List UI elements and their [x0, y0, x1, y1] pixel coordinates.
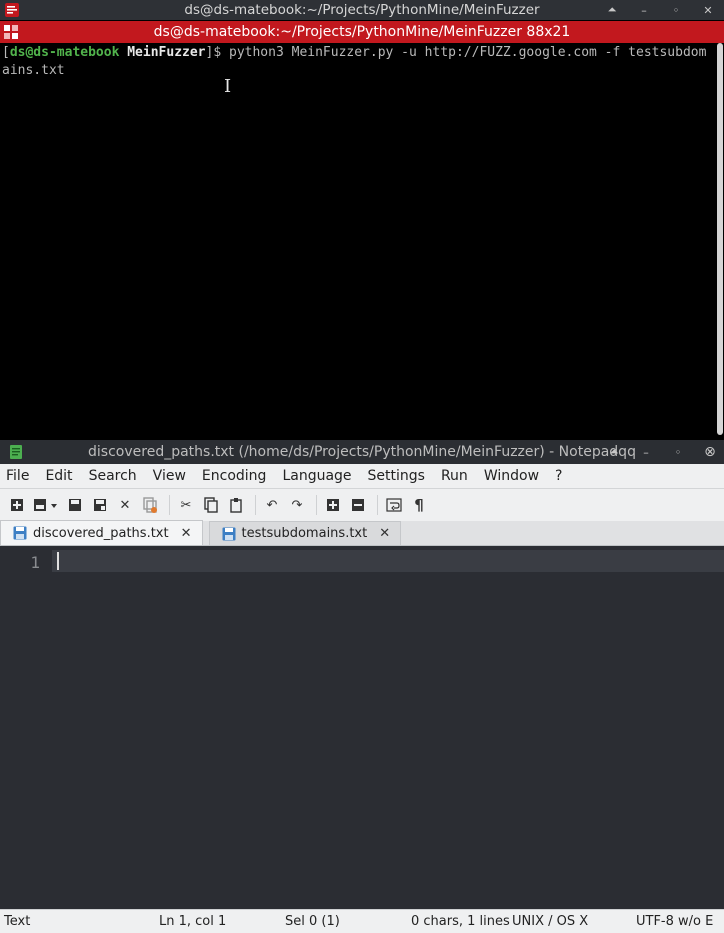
- status-eol[interactable]: UNIX / OS X: [512, 914, 588, 929]
- floppy-icon: [222, 527, 235, 540]
- minimize-icon[interactable]: –: [636, 446, 656, 459]
- menu-window[interactable]: Window: [478, 468, 545, 484]
- status-counts: 0 chars, 1 lines: [411, 914, 510, 929]
- text-caret: [57, 552, 59, 570]
- terminal-window[interactable]: ds@ds-matebook:~/Projects/PythonMine/Mei…: [0, 0, 724, 440]
- open-file-icon[interactable]: [31, 494, 61, 516]
- prompt-close-bracket: ]$: [205, 45, 229, 60]
- prompt-user-host: ds@ds-matebook: [9, 45, 120, 60]
- menu-help[interactable]: ?: [549, 468, 568, 484]
- terminal-titlebar[interactable]: ds@ds-matebook:~/Projects/PythonMine/Mei…: [0, 0, 724, 20]
- status-position: Ln 1, col 1: [159, 914, 227, 929]
- terminal-window-controls: ⏶ – ◦ ✕: [602, 0, 718, 20]
- paste-icon[interactable]: [225, 494, 247, 516]
- file-tab-bar: discovered_paths.txt ✕ testsubdomains.tx…: [0, 520, 724, 546]
- copy-icon[interactable]: [200, 494, 222, 516]
- show-all-characters-icon[interactable]: ¶: [408, 494, 430, 516]
- tab-testsubdomains[interactable]: testsubdomains.txt ✕: [208, 521, 402, 545]
- tab-label: testsubdomains.txt: [241, 526, 368, 541]
- save-icon[interactable]: [64, 494, 86, 516]
- menu-view[interactable]: View: [147, 468, 192, 484]
- notepadqq-app-icon: [10, 445, 22, 459]
- restore-icon[interactable]: ◦: [668, 446, 688, 459]
- menu-settings[interactable]: Settings: [362, 468, 431, 484]
- close-all-icon[interactable]: [139, 494, 161, 516]
- terminal-tab-bar: ds@ds-matebook:~/Projects/PythonMine/Mei…: [0, 21, 724, 43]
- close-file-icon[interactable]: ✕: [114, 494, 136, 516]
- menu-file[interactable]: File: [0, 468, 35, 484]
- notepadqq-window-title: discovered_paths.txt (/home/ds/Projects/…: [88, 444, 636, 460]
- cut-icon[interactable]: ✂: [175, 494, 197, 516]
- terminal-tab-title: ds@ds-matebook:~/Projects/PythonMine/Mei…: [153, 24, 571, 40]
- undo-icon[interactable]: ↶: [261, 494, 283, 516]
- word-wrap-icon[interactable]: [383, 494, 405, 516]
- editor-area[interactable]: 1: [0, 547, 724, 909]
- line-number: 1: [30, 553, 40, 572]
- terminal-app-icon: [5, 3, 19, 17]
- floppy-icon: [13, 526, 27, 540]
- toolbar: ✕ ✂ ↶ ↷ ¶: [0, 489, 724, 521]
- menu-encoding[interactable]: Encoding: [196, 468, 273, 484]
- shade-icon[interactable]: ⏶: [604, 445, 624, 459]
- menu-search[interactable]: Search: [83, 468, 143, 484]
- terminal-window-title: ds@ds-matebook:~/Projects/PythonMine/Mei…: [184, 2, 540, 18]
- prompt-open-bracket: [: [2, 45, 10, 60]
- status-bar: Text Ln 1, col 1 Sel 0 (1) 0 chars, 1 li…: [0, 909, 724, 933]
- redo-icon[interactable]: ↷: [286, 494, 308, 516]
- line-number-gutter: 1: [0, 547, 52, 909]
- restore-icon[interactable]: ◦: [666, 4, 686, 17]
- shade-icon[interactable]: ⏶: [602, 3, 622, 17]
- toolbar-separator: [316, 495, 317, 515]
- notepadqq-window[interactable]: discovered_paths.txt (/home/ds/Projects/…: [0, 440, 724, 933]
- menu-bar: File Edit Search View Encoding Language …: [0, 464, 724, 489]
- close-icon[interactable]: ⊗: [700, 444, 720, 460]
- terminal-scrollbar[interactable]: [717, 43, 723, 435]
- toolbar-separator: [377, 495, 378, 515]
- close-icon[interactable]: ✕: [698, 4, 718, 17]
- tab-close-icon[interactable]: ✕: [379, 526, 390, 541]
- toolbar-separator: [169, 495, 170, 515]
- tab-discovered-paths[interactable]: discovered_paths.txt ✕: [0, 520, 203, 545]
- terminal-output[interactable]: [ds@ds-matebook MeinFuzzer]$ python3 Mei…: [0, 43, 714, 438]
- minimize-icon[interactable]: –: [634, 4, 654, 17]
- ibeam-cursor-icon: I: [224, 76, 232, 97]
- notepadqq-window-controls: ⏶ – ◦ ⊗: [604, 440, 720, 464]
- status-encoding[interactable]: UTF-8 w/o E: [636, 914, 713, 929]
- new-file-icon[interactable]: [6, 494, 28, 516]
- save-all-icon[interactable]: [89, 494, 111, 516]
- zoom-out-icon[interactable]: [347, 494, 369, 516]
- status-language[interactable]: Text: [4, 914, 30, 929]
- tab-label: discovered_paths.txt: [33, 525, 169, 541]
- terminal-grid-icon[interactable]: [4, 25, 18, 39]
- status-selection: Sel 0 (1): [285, 914, 340, 929]
- menu-run[interactable]: Run: [435, 468, 474, 484]
- tab-close-icon[interactable]: ✕: [181, 526, 192, 541]
- prompt-directory: MeinFuzzer: [127, 45, 206, 60]
- notepadqq-titlebar[interactable]: discovered_paths.txt (/home/ds/Projects/…: [0, 440, 724, 464]
- menu-edit[interactable]: Edit: [39, 468, 78, 484]
- toolbar-separator: [255, 495, 256, 515]
- zoom-in-icon[interactable]: [322, 494, 344, 516]
- current-line-highlight: [52, 550, 724, 572]
- menu-language[interactable]: Language: [276, 468, 357, 484]
